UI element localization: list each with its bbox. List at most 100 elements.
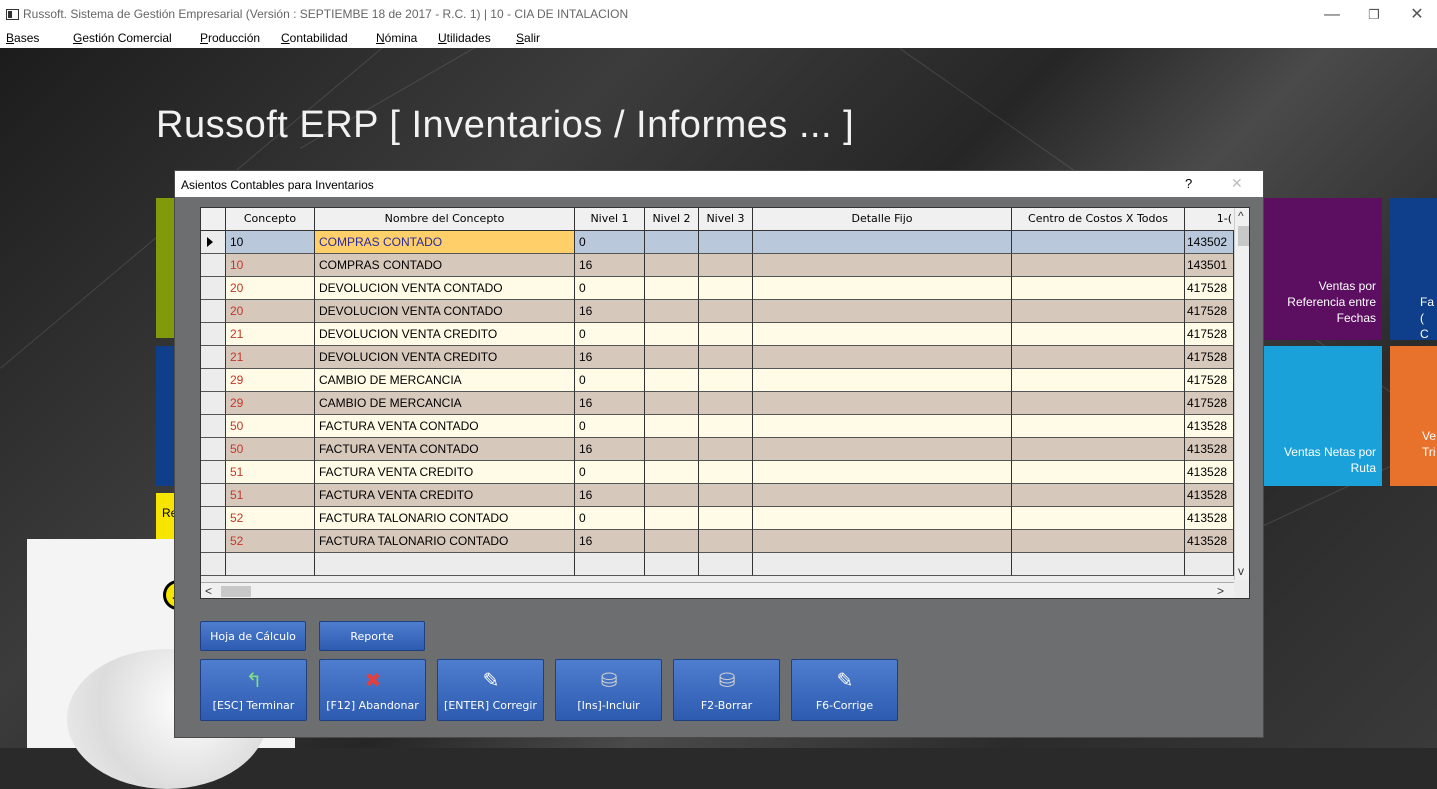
- cell-empty[interactable]: [699, 484, 753, 507]
- cell-nivel1[interactable]: 0: [575, 277, 645, 300]
- tile-ventas-netas-ruta[interactable]: Ventas Netas por Ruta: [1264, 346, 1382, 486]
- cell-empty[interactable]: [1012, 415, 1185, 438]
- cell-empty[interactable]: [699, 507, 753, 530]
- cell-empty[interactable]: [699, 461, 753, 484]
- cell-nivel1[interactable]: 0: [575, 415, 645, 438]
- dialog-close-button[interactable]: ✕: [1231, 175, 1243, 192]
- row-selector[interactable]: [201, 392, 226, 415]
- cell-empty[interactable]: [1012, 346, 1185, 369]
- menu-nomina[interactable]: Nómina: [376, 31, 417, 45]
- cell-nivel1[interactable]: 0: [575, 369, 645, 392]
- row-selector[interactable]: [201, 254, 226, 277]
- cell-empty[interactable]: [645, 300, 699, 323]
- cell-nombre[interactable]: CAMBIO DE MERCANCIA: [315, 392, 575, 415]
- cell-empty[interactable]: [645, 484, 699, 507]
- cell-empty[interactable]: [699, 415, 753, 438]
- cell-empty[interactable]: [753, 392, 1012, 415]
- cell-nombre[interactable]: FACTURA VENTA CREDITO: [315, 484, 575, 507]
- cell-nivel1[interactable]: 0: [575, 231, 645, 254]
- cell-empty[interactable]: [645, 369, 699, 392]
- cell-concepto[interactable]: 29: [226, 369, 315, 392]
- row-selector[interactable]: [201, 323, 226, 346]
- cell-nombre[interactable]: DEVOLUCION VENTA CONTADO: [315, 277, 575, 300]
- minimize-button[interactable]: —: [1315, 4, 1349, 26]
- cell-empty[interactable]: [699, 323, 753, 346]
- cell-concepto[interactable]: 21: [226, 323, 315, 346]
- row-selector[interactable]: [201, 346, 226, 369]
- cell-nivel1[interactable]: 16: [575, 346, 645, 369]
- table-row[interactable]: 51 FACTURA VENTA CREDITO 16 413528: [201, 484, 1249, 507]
- cell-empty[interactable]: [226, 553, 315, 576]
- row-selector[interactable]: [201, 461, 226, 484]
- table-row[interactable]: 29 CAMBIO DE MERCANCIA 0 417528: [201, 369, 1249, 392]
- cell-empty[interactable]: [645, 438, 699, 461]
- cell-nombre[interactable]: FACTURA VENTA CREDITO: [315, 461, 575, 484]
- cell-concepto[interactable]: 20: [226, 300, 315, 323]
- cell-empty[interactable]: [645, 254, 699, 277]
- cell-empty[interactable]: [1012, 392, 1185, 415]
- cell-nombre[interactable]: FACTURA VENTA CONTADO: [315, 415, 575, 438]
- cell-nivel1[interactable]: 16: [575, 438, 645, 461]
- cell-empty[interactable]: [753, 484, 1012, 507]
- row-selector[interactable]: [201, 415, 226, 438]
- cell-empty[interactable]: [753, 461, 1012, 484]
- cell-concepto[interactable]: 10: [226, 231, 315, 254]
- column-header-nivel1[interactable]: Nivel 1: [575, 208, 645, 230]
- help-button[interactable]: ?: [1185, 176, 1192, 191]
- menu-contabilidad[interactable]: Contabilidad: [281, 31, 348, 45]
- row-selector[interactable]: [201, 231, 226, 254]
- row-selector[interactable]: [201, 553, 226, 576]
- grid-new-row[interactable]: [201, 553, 1249, 576]
- table-row[interactable]: 52 FACTURA TALONARIO CONTADO 0 413528: [201, 507, 1249, 530]
- column-header-cuenta[interactable]: 1-(: [1185, 208, 1234, 230]
- table-row[interactable]: 29 CAMBIO DE MERCANCIA 16 417528: [201, 392, 1249, 415]
- cell-cuenta[interactable]: 413528: [1185, 438, 1234, 461]
- column-header-centro-costos[interactable]: Centro de Costos X Todos: [1012, 208, 1185, 230]
- cell-empty[interactable]: [753, 369, 1012, 392]
- cell-concepto[interactable]: 52: [226, 530, 315, 553]
- cell-nivel1[interactable]: 0: [575, 461, 645, 484]
- cell-empty[interactable]: [1012, 369, 1185, 392]
- cell-cuenta[interactable]: 417528: [1185, 346, 1234, 369]
- cell-nivel1[interactable]: 0: [575, 507, 645, 530]
- cell-empty[interactable]: [699, 254, 753, 277]
- cell-empty[interactable]: [753, 553, 1012, 576]
- horizontal-scrollbar[interactable]: < >: [201, 582, 1234, 598]
- column-header-nombre[interactable]: Nombre del Concepto: [315, 208, 575, 230]
- cell-concepto[interactable]: 50: [226, 415, 315, 438]
- cell-nombre[interactable]: FACTURA TALONARIO CONTADO: [315, 530, 575, 553]
- cell-empty[interactable]: [699, 300, 753, 323]
- cell-empty[interactable]: [753, 438, 1012, 461]
- ins-incluir-button[interactable]: ⛁ [Ins]-Incluir: [555, 659, 662, 721]
- menu-bases[interactable]: Bases: [6, 31, 39, 45]
- cell-empty[interactable]: [1012, 507, 1185, 530]
- enter-corregir-button[interactable]: ✎ [ENTER] Corregir: [437, 659, 544, 721]
- cell-cuenta[interactable]: 143502: [1185, 231, 1234, 254]
- row-selector[interactable]: [201, 369, 226, 392]
- cell-nombre[interactable]: DEVOLUCION VENTA CONTADO: [315, 300, 575, 323]
- cell-empty[interactable]: [1185, 553, 1234, 576]
- cell-empty[interactable]: [753, 277, 1012, 300]
- table-row[interactable]: 50 FACTURA VENTA CONTADO 0 413528: [201, 415, 1249, 438]
- horizontal-scroll-thumb[interactable]: [221, 586, 251, 597]
- column-header-detalle-fijo[interactable]: Detalle Fijo: [753, 208, 1012, 230]
- cell-cuenta[interactable]: 413528: [1185, 484, 1234, 507]
- cell-nivel1[interactable]: 16: [575, 530, 645, 553]
- cell-empty[interactable]: [753, 346, 1012, 369]
- cell-empty[interactable]: [753, 300, 1012, 323]
- cell-empty[interactable]: [1012, 323, 1185, 346]
- cell-empty[interactable]: [699, 231, 753, 254]
- row-selector[interactable]: [201, 300, 226, 323]
- cell-empty[interactable]: [699, 346, 753, 369]
- cell-nombre[interactable]: CAMBIO DE MERCANCIA: [315, 369, 575, 392]
- cell-empty[interactable]: [699, 530, 753, 553]
- table-row[interactable]: 20 DEVOLUCION VENTA CONTADO 0 417528: [201, 277, 1249, 300]
- cell-cuenta[interactable]: 417528: [1185, 369, 1234, 392]
- cell-empty[interactable]: [1012, 277, 1185, 300]
- cell-concepto[interactable]: 29: [226, 392, 315, 415]
- cell-empty[interactable]: [699, 369, 753, 392]
- cell-nivel1[interactable]: 16: [575, 254, 645, 277]
- table-row[interactable]: 50 FACTURA VENTA CONTADO 16 413528: [201, 438, 1249, 461]
- column-header-nivel2[interactable]: Nivel 2: [645, 208, 699, 230]
- esc-terminar-button[interactable]: ↰ [ESC] Terminar: [200, 659, 307, 721]
